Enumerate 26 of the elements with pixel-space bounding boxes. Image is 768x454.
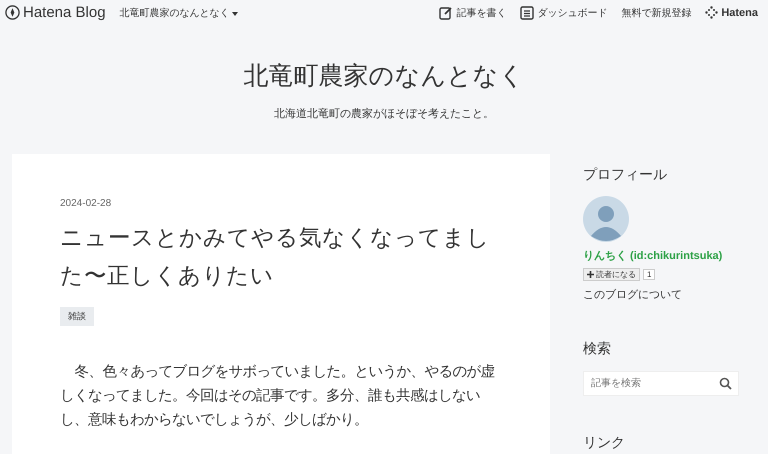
- post-title[interactable]: ニュースとかみてやる気なくなってました〜正しくありたい: [60, 219, 490, 295]
- post-date[interactable]: 2024-02-28: [60, 198, 502, 209]
- dots-icon: [705, 6, 718, 19]
- subscribe-button[interactable]: 読者になる: [583, 268, 640, 281]
- search-icon[interactable]: [719, 377, 732, 390]
- profile-heading: プロフィール: [583, 166, 668, 184]
- hatena-link[interactable]: Hatena: [705, 6, 758, 19]
- edit-icon: [439, 6, 454, 20]
- dashboard-link[interactable]: ダッシュボード: [520, 6, 608, 20]
- blog-description: 北海道北竜町の農家がほそぼそ考えたこと。: [273, 106, 495, 121]
- blog-menu[interactable]: 北竜町農家のなんとなく: [120, 6, 238, 20]
- signup-link[interactable]: 無料で新規登録: [621, 6, 692, 20]
- blog-title[interactable]: 北竜町農家のなんとなく: [0, 59, 768, 92]
- about-link[interactable]: このブログについて: [583, 287, 739, 302]
- plus-icon: [587, 271, 594, 278]
- post-body: 冬、色々あってブログをサボっていました。というか、やるのが虚しくなってました。今回はその記事です。多分、誰も共感はしないし、意味もわからないでしょうが、少しばかり。: [60, 363, 496, 430]
- caret-icon: [232, 12, 238, 16]
- avatar-icon[interactable]: [583, 196, 629, 242]
- search-field[interactable]: 記事を検索: [583, 371, 739, 396]
- links-heading: リンク: [583, 434, 626, 452]
- category-tag[interactable]: 雑談: [60, 307, 94, 326]
- subscriber-count: 1: [643, 269, 656, 280]
- search-heading: 検索: [583, 340, 612, 358]
- list-icon: [520, 6, 534, 20]
- write-post-link[interactable]: 記事を書く: [439, 6, 506, 20]
- brand-link[interactable]: Hatena Blog: [5, 4, 106, 21]
